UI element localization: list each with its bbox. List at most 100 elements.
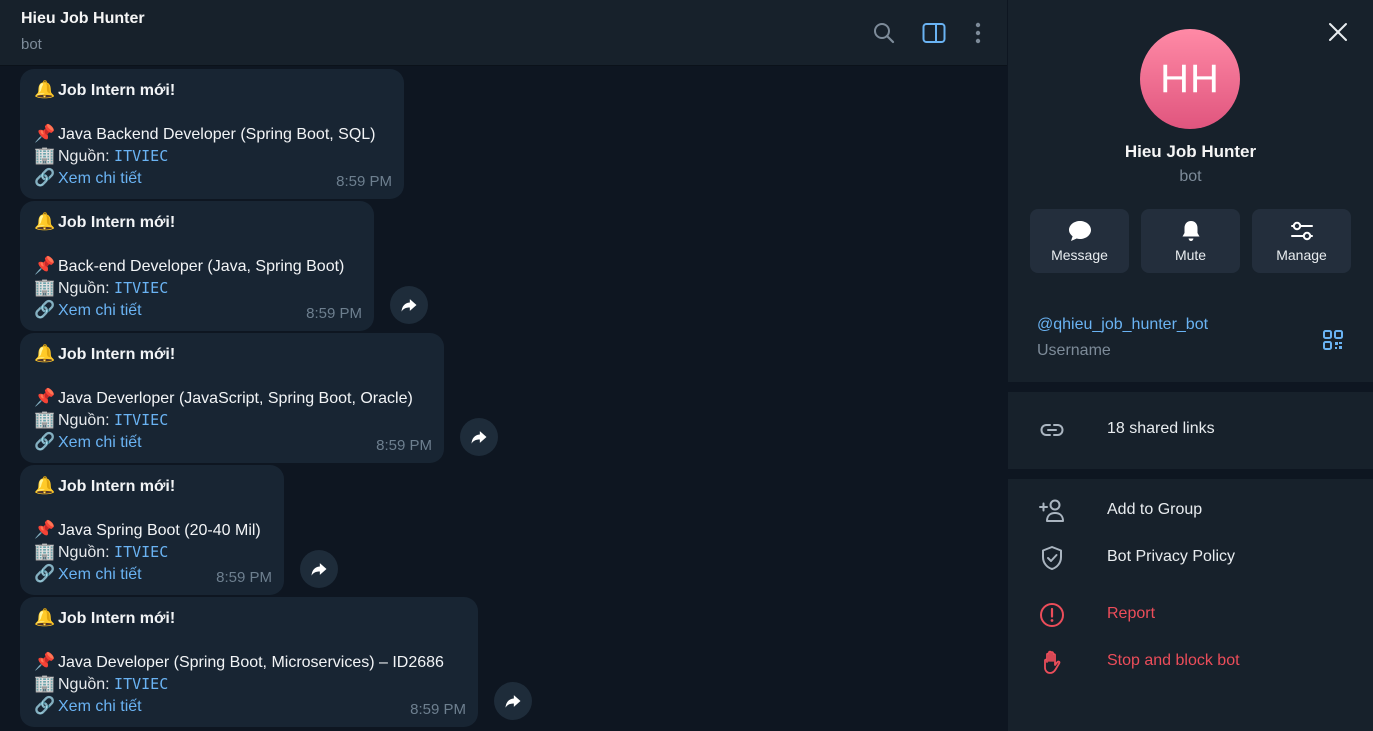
message-list[interactable]: 🔔 Job Intern mới! 📌 Java Backend Developer… (0, 66, 1007, 731)
link-emoji: 🔗 (34, 696, 56, 715)
message-heading: Job Intern mới! (58, 478, 176, 495)
office-building-emoji: 🏢 (34, 278, 56, 297)
search-button[interactable] (871, 20, 897, 46)
more-vertical-icon (975, 22, 981, 44)
message-icon (1069, 221, 1091, 241)
source-value: ITVIEC (114, 675, 169, 693)
message-button[interactable]: Message (1030, 209, 1129, 273)
qr-code-button[interactable] (1321, 328, 1345, 352)
pushpin-emoji: 📌 (34, 256, 56, 275)
view-details-link[interactable]: Xem chi tiết (58, 170, 142, 187)
forward-arrow-icon (401, 299, 417, 312)
message-bubble[interactable]: 🔔 Job Intern mới! 📌 Java Developer (Spring… (20, 597, 478, 727)
add-to-group-row[interactable]: Add to Group (1008, 488, 1373, 534)
avatar[interactable]: HH (1140, 29, 1240, 129)
link-emoji: 🔗 (34, 300, 56, 319)
source-value: ITVIEC (114, 147, 169, 165)
mute-button-label: Mute (1174, 247, 1207, 263)
forward-button[interactable] (390, 286, 428, 324)
mute-button[interactable]: Mute (1141, 209, 1240, 273)
view-details-link[interactable]: Xem chi tiết (58, 302, 142, 319)
profile-panel: HH Hieu Job Hunter bot Message Mute Mana… (1008, 0, 1373, 731)
forward-arrow-icon (471, 431, 487, 444)
source-label: Nguồn: (58, 280, 115, 297)
sliders-icon (1291, 221, 1313, 241)
username-section[interactable]: @qhieu_job_hunter_bot Username (1008, 294, 1373, 382)
forward-button[interactable] (460, 418, 498, 456)
pushpin-emoji: 📌 (34, 652, 56, 671)
job-title: Back-end Developer (Java, Spring Boot) (58, 258, 345, 275)
profile-status: bot (1179, 168, 1202, 185)
source-value: ITVIEC (114, 411, 169, 429)
message-heading: Job Intern mới! (58, 346, 176, 363)
source-label: Nguồn: (58, 412, 115, 429)
chat-header[interactable]: Hieu Job Hunter bot (0, 0, 1007, 66)
view-details-link[interactable]: Xem chi tiết (58, 434, 142, 451)
chat-subtitle: bot (21, 36, 42, 53)
message-time: 8:59 PM (336, 173, 392, 190)
forward-arrow-icon (311, 563, 327, 576)
job-title: Java Backend Developer (Spring Boot, SQL… (58, 126, 376, 143)
message-time: 8:59 PM (216, 569, 272, 586)
bell-emoji: 🔔 (34, 476, 56, 495)
message-bubble[interactable]: 🔔 Job Intern mới! 📌 Java Spring Boot (20-4… (20, 465, 284, 595)
shield-check-icon (1042, 546, 1062, 570)
link-emoji: 🔗 (34, 564, 56, 583)
shared-links-section: 18 shared links (1008, 392, 1373, 469)
stop-block-row[interactable]: Stop and block bot (1008, 639, 1373, 685)
bell-emoji: 🔔 (34, 344, 56, 363)
add-user-icon (1039, 499, 1064, 522)
source-label: Nguồn: (58, 676, 115, 693)
forward-button[interactable] (494, 682, 532, 720)
report-row[interactable]: Report (1008, 592, 1373, 638)
view-details-link[interactable]: Xem chi tiết (58, 566, 142, 583)
source-value: ITVIEC (114, 543, 169, 561)
pushpin-emoji: 📌 (34, 388, 56, 407)
hand-stop-icon (1044, 650, 1061, 674)
bot-actions-section: Add to Group Bot Privacy Policy Report S… (1008, 479, 1373, 731)
office-building-emoji: 🏢 (34, 542, 56, 561)
link-emoji: 🔗 (34, 168, 56, 187)
chat-pane: 🔔 Job Intern mới! 📌 Java Backend Developer… (0, 0, 1007, 731)
search-icon (874, 23, 895, 44)
pushpin-emoji: 📌 (34, 520, 56, 539)
privacy-policy-row[interactable]: Bot Privacy Policy (1008, 535, 1373, 581)
stop-block-label: Stop and block bot (1107, 652, 1240, 669)
message-time: 8:59 PM (306, 305, 362, 322)
bell-emoji: 🔔 (34, 608, 56, 627)
message-time: 8:59 PM (376, 437, 432, 454)
shared-links-row[interactable]: 18 shared links (1008, 407, 1373, 453)
more-options-button[interactable] (965, 20, 991, 46)
qr-code-icon (1323, 330, 1343, 350)
add-to-group-label: Add to Group (1107, 501, 1203, 518)
job-title: Java Spring Boot (20-40 Mil) (58, 522, 261, 539)
link-icon (1040, 424, 1064, 436)
pushpin-emoji: 📌 (34, 124, 56, 143)
message-heading: Job Intern mới! (58, 610, 176, 627)
bell-icon (1182, 221, 1200, 241)
message-bubble[interactable]: 🔔 Job Intern mới! 📌 Java Backend Developer… (20, 69, 404, 199)
message-button-label: Message (1051, 247, 1108, 263)
source-label: Nguồn: (58, 544, 115, 561)
username-value[interactable]: @qhieu_job_hunter_bot (1037, 316, 1208, 334)
sidebar-toggle-button[interactable] (921, 20, 947, 46)
manage-button[interactable]: Manage (1252, 209, 1351, 273)
bell-emoji: 🔔 (34, 212, 56, 231)
job-title: Java Developer (Spring Boot, Microservic… (58, 654, 444, 671)
link-emoji: 🔗 (34, 432, 56, 451)
profile-name: Hieu Job Hunter (1124, 142, 1257, 161)
sidebar-toggle-icon (922, 23, 946, 43)
profile-header: HH Hieu Job Hunter bot Message Mute Mana… (1008, 0, 1373, 294)
message-bubble[interactable]: 🔔 Job Intern mới! 📌 Back-end Developer (Ja… (20, 201, 374, 331)
report-label: Report (1107, 605, 1156, 622)
message-bubble[interactable]: 🔔 Job Intern mới! 📌 Java Deverloper (JavaS… (20, 333, 444, 463)
shared-links-label: 18 shared links (1107, 420, 1215, 437)
forward-button[interactable] (300, 550, 338, 588)
close-panel-button[interactable] (1326, 20, 1350, 44)
view-details-link[interactable]: Xem chi tiết (58, 698, 142, 715)
message-heading: Job Intern mới! (58, 214, 176, 231)
forward-arrow-icon (505, 695, 521, 708)
bell-emoji: 🔔 (34, 80, 56, 99)
close-icon (1329, 23, 1347, 41)
chat-title[interactable]: Hieu Job Hunter (21, 10, 145, 28)
